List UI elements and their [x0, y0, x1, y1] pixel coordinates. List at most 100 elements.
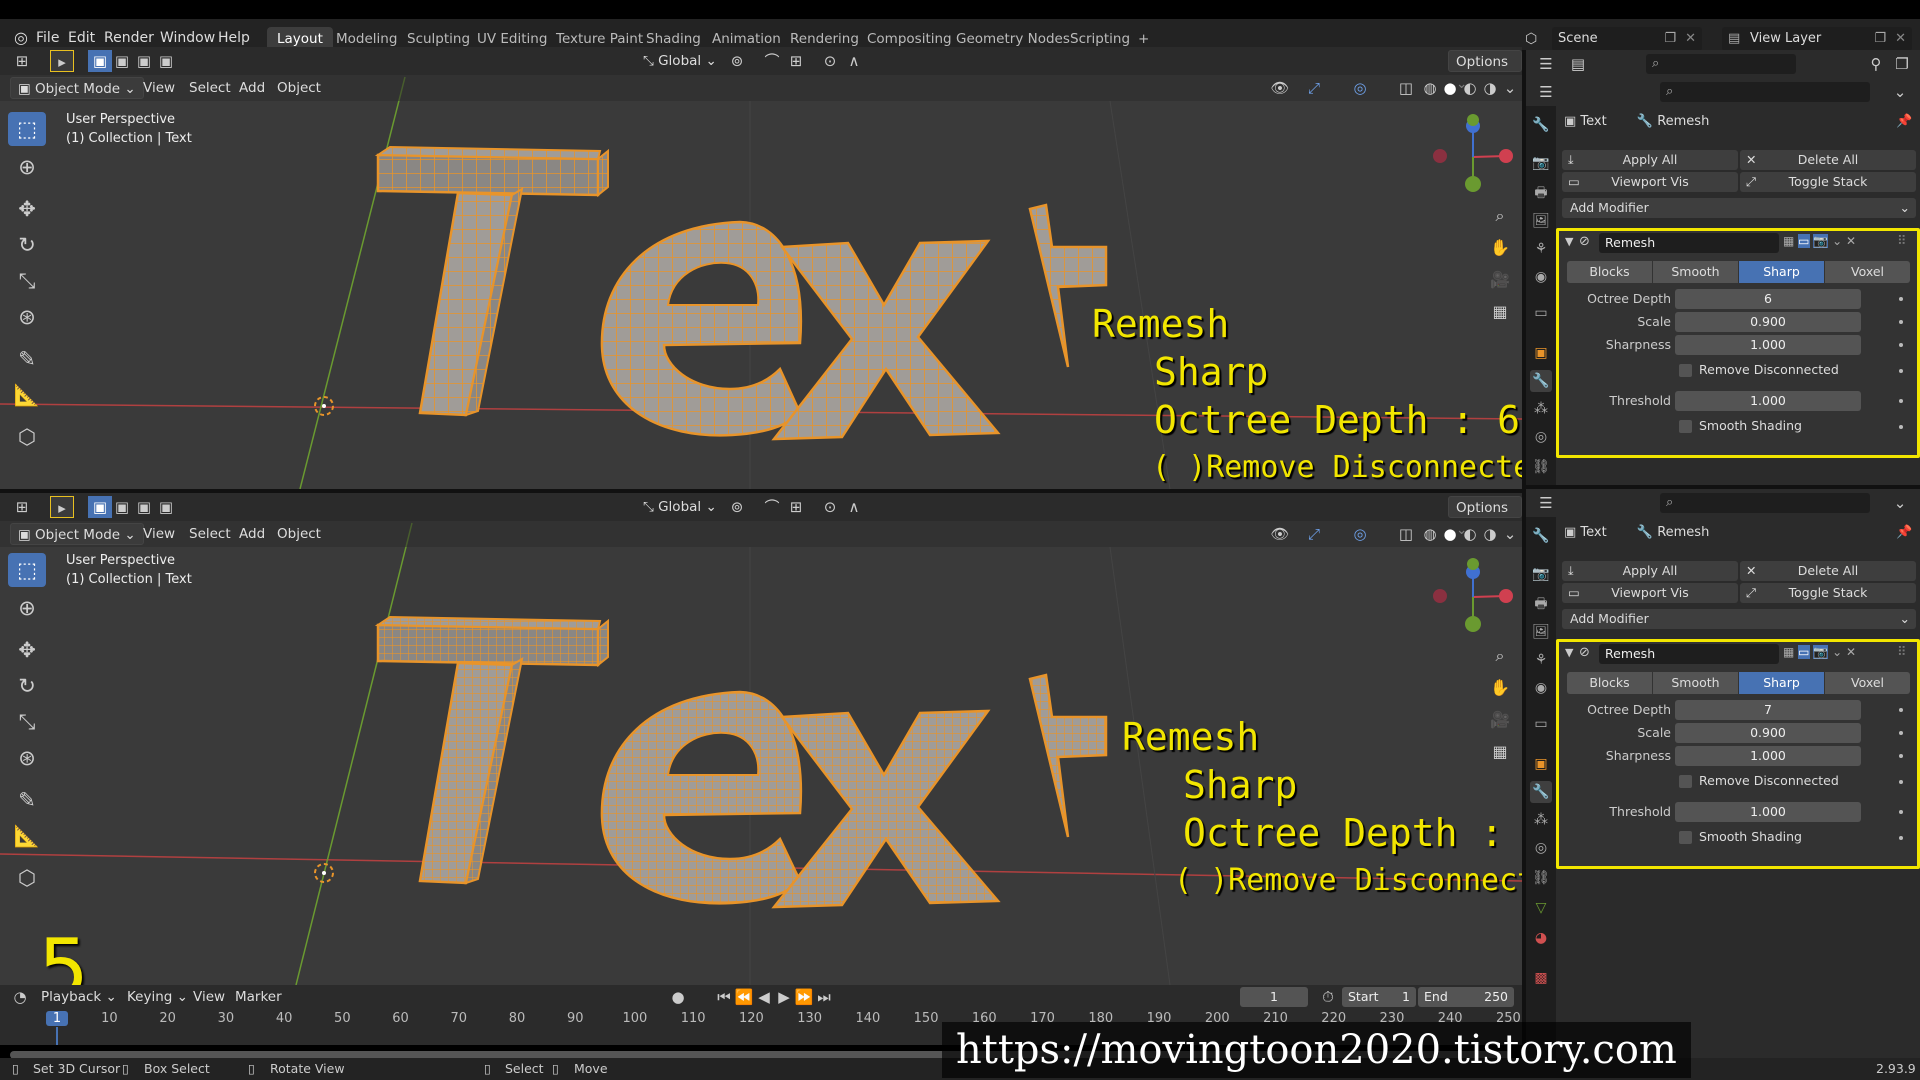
outliner-search-input[interactable]: ⌕	[1646, 54, 1796, 74]
tab-object-icon[interactable]: ▣	[1530, 342, 1552, 364]
shading-options-icon-bottom[interactable]: ⌄	[1498, 523, 1522, 545]
threshold-field[interactable]: 1.000	[1675, 391, 1861, 411]
gizmo-toggle-icon[interactable]: ⤢	[1302, 77, 1326, 99]
close-scene-icon[interactable]: ✕	[1685, 27, 1696, 51]
transform-orientation-dropdown-bottom[interactable]: ⤡ Global ⌄	[636, 496, 724, 518]
keyframe-dot-icon[interactable]	[1899, 754, 1903, 758]
keyframe-dot-icon[interactable]	[1899, 836, 1903, 840]
collapse-arrow-icon[interactable]: ▼	[1565, 235, 1573, 248]
copy-scene-icon[interactable]: ❐	[1664, 27, 1676, 51]
select-mode-extend-icon[interactable]: ▣	[110, 50, 134, 72]
xray-icon-bottom[interactable]: ◫	[1394, 523, 1418, 545]
viewport-vis-button[interactable]: ▭ Viewport Vis	[1562, 172, 1738, 192]
properties-editor-icon[interactable]: ☰	[1534, 81, 1558, 103]
mode-blocks-button[interactable]: Blocks	[1567, 261, 1652, 283]
shading-options-icon[interactable]: ⌄	[1498, 77, 1522, 99]
keyframe-dot-icon[interactable]	[1899, 369, 1903, 373]
menu-view[interactable]: View	[136, 77, 182, 99]
tab-world-icon[interactable]: ◉	[1530, 266, 1552, 288]
tool-annotate-icon[interactable]: ✎	[8, 342, 46, 376]
tool-measure-icon-bottom[interactable]: 📐	[8, 819, 46, 853]
filter-icon[interactable]: ⚲	[1864, 53, 1888, 75]
mode-smooth-button[interactable]: Smooth	[1653, 261, 1738, 283]
playhead-line[interactable]	[56, 1027, 58, 1045]
overlay-toggle-icon[interactable]: ◎	[1348, 77, 1372, 99]
modifier-visibility-icons[interactable]: ▦ ▭ 📷 ⌄ ✕	[1783, 645, 1856, 659]
tool-transform-icon[interactable]: ⊛	[8, 300, 46, 334]
pan-icon[interactable]: ✋	[1488, 232, 1512, 264]
select-mode-new-icon-bottom[interactable]: ▣	[88, 496, 112, 518]
delete-all-button[interactable]: ✕ Delete All	[1740, 561, 1916, 581]
tab-output-icon[interactable]: 🖶	[1530, 593, 1552, 615]
tab-physics-icon[interactable]: ◎	[1530, 426, 1552, 448]
menu-object-bottom[interactable]: Object	[270, 523, 328, 545]
render-icon[interactable]: 📷	[1813, 645, 1829, 659]
menu-select-bottom[interactable]: Select	[182, 523, 238, 545]
mode-voxel-button[interactable]: Voxel	[1825, 672, 1910, 694]
tab-constraints-icon[interactable]: ⛓	[1530, 867, 1552, 889]
menu-add-bottom[interactable]: Add	[232, 523, 272, 545]
tab-object-icon[interactable]: ▣	[1530, 753, 1552, 775]
pin-icon[interactable]: 📌	[1896, 114, 1912, 129]
proportional-edit-icon-bottom[interactable]: ⊙	[818, 496, 842, 518]
copy-view-layer-icon[interactable]: ❐	[1874, 27, 1886, 51]
tab-data-icon[interactable]: ▽	[1530, 897, 1552, 919]
select-mode-intersect-icon[interactable]: ▣	[154, 50, 178, 72]
keyframe-dot-icon[interactable]	[1899, 343, 1903, 347]
drag-handle-icon[interactable]: ⠿	[1897, 645, 1907, 660]
ortho-grid-icon[interactable]: ▦	[1488, 296, 1512, 328]
proportional-falloff-icon[interactable]: ∧	[842, 50, 866, 72]
tool-annotate-icon-bottom[interactable]: ✎	[8, 783, 46, 817]
gizmo-toggle-icon-bottom[interactable]: ⤢	[1302, 523, 1326, 545]
mode-sharp-button[interactable]: Sharp	[1739, 672, 1824, 694]
keyframe-dot-icon[interactable]	[1899, 320, 1903, 324]
object-mode-dropdown[interactable]: ▣ Object Mode ⌄	[10, 77, 144, 99]
tool-scale-icon[interactable]: ⤡	[8, 264, 46, 298]
delete-all-button[interactable]: ✕ Delete All	[1740, 150, 1916, 170]
tab-scene-icon[interactable]: ⚘	[1530, 649, 1552, 671]
scene-selector[interactable]: Scene ❐ ✕	[1552, 27, 1702, 51]
mode-voxel-button[interactable]: Voxel	[1825, 261, 1910, 283]
tool-select-box-icon-bottom[interactable]: ⬚	[8, 553, 46, 587]
tab-particles-icon[interactable]: ⁂	[1530, 809, 1552, 831]
object-mode-dropdown-bottom[interactable]: ▣ Object Mode ⌄	[10, 523, 144, 545]
select-mode-subtract-icon[interactable]: ▣	[132, 50, 156, 72]
mode-sharp-button[interactable]: Sharp	[1739, 261, 1824, 283]
visibility-icon[interactable]: 👁	[1268, 77, 1292, 99]
proportional-edit-icon[interactable]: ⊙	[818, 50, 842, 72]
overlay-toggle-icon-bottom[interactable]: ◎	[1348, 523, 1372, 545]
tool-rotate-icon[interactable]: ↻	[8, 228, 46, 262]
smooth-shading-checkbox[interactable]	[1679, 831, 1692, 844]
toggle-stack-button[interactable]: ⤢ Toggle Stack	[1740, 583, 1916, 603]
threshold-field[interactable]: 1.000	[1675, 802, 1861, 822]
snap-icon-bottom[interactable]: ⌒	[760, 496, 784, 518]
visibility-icon-bottom[interactable]: 👁	[1268, 523, 1292, 545]
pivot-point-icon-bottom[interactable]: ⊚	[725, 496, 749, 518]
mode-blocks-button[interactable]: Blocks	[1567, 672, 1652, 694]
mode-smooth-button[interactable]: Smooth	[1653, 672, 1738, 694]
realtime-icon[interactable]: ▭	[1798, 234, 1810, 248]
display-mode-icon[interactable]: ▤	[1566, 53, 1590, 75]
tab-modifier-icon[interactable]: 🔧	[1530, 781, 1552, 803]
tab-output-icon[interactable]: 🖶	[1530, 182, 1552, 204]
select-box-icon[interactable]: ▸	[50, 50, 74, 72]
menu-add[interactable]: Add	[232, 77, 272, 99]
tool-measure-icon[interactable]: 📐	[8, 378, 46, 412]
tool-scale-icon-bottom[interactable]: ⤡	[8, 705, 46, 739]
pin-icon[interactable]: 📌	[1896, 525, 1912, 540]
tab-view-layer-icon[interactable]: 🖼	[1530, 621, 1552, 643]
zoom-icon[interactable]: ⌕	[1488, 200, 1512, 232]
tool-move-icon[interactable]: ✥	[8, 192, 46, 226]
apply-all-button[interactable]: ⤓ Apply All	[1562, 150, 1738, 170]
tab-view-layer-icon[interactable]: 🖼	[1530, 210, 1552, 232]
navigation-gizmo-top[interactable]	[1428, 112, 1518, 202]
keyframe-dot-icon[interactable]	[1899, 297, 1903, 301]
options-dropdown-bottom[interactable]: Options ⌄	[1448, 496, 1522, 538]
menu-select[interactable]: Select	[182, 77, 238, 99]
camera-view-icon-bottom[interactable]: 🎥	[1488, 704, 1512, 736]
scale-field[interactable]: 0.900	[1675, 312, 1861, 332]
properties-search-input-bottom[interactable]: ⌕	[1660, 493, 1870, 513]
tab-tool-icon[interactable]: 🔧	[1530, 114, 1552, 136]
select-box-icon-bottom[interactable]: ▸	[50, 496, 74, 518]
navigation-gizmo-bottom[interactable]	[1428, 552, 1518, 642]
